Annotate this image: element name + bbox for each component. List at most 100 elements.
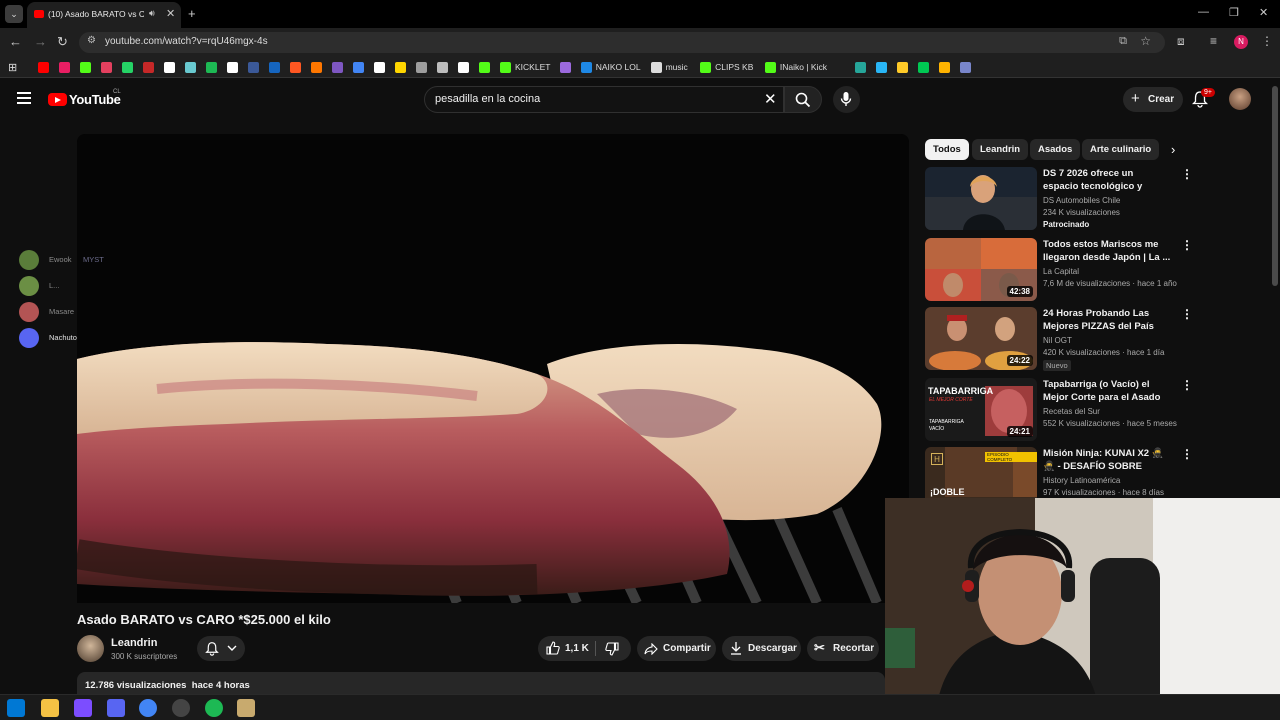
chrome-icon[interactable] xyxy=(139,699,157,717)
voice-search-button[interactable] xyxy=(833,86,860,113)
bookmark-item[interactable]: NAIKO LOL xyxy=(580,61,641,73)
back-icon[interactable]: ← xyxy=(9,34,22,49)
like-count[interactable]: 1,1 K xyxy=(565,643,589,654)
video-title[interactable]: Todos estos Mariscos me llegaron desde J… xyxy=(1043,238,1171,264)
filter-chip[interactable]: Asados xyxy=(1030,139,1081,160)
hamburger-menu-icon[interactable] xyxy=(17,92,31,104)
page-scrollbar[interactable] xyxy=(1272,86,1278,286)
recommended-video[interactable]: TAPABARRIGA EL MEJOR CORTE TAPABARRIGA VAC… xyxy=(925,378,1195,442)
app-purple-icon[interactable] xyxy=(74,699,92,717)
bookmark-item[interactable] xyxy=(918,61,930,73)
app-discord-like-icon[interactable] xyxy=(107,699,125,717)
video-thumbnail[interactable]: 42:38 xyxy=(925,238,1037,301)
bookmark-item[interactable] xyxy=(479,61,490,73)
filter-chip[interactable]: Todos xyxy=(925,139,969,160)
bookmark-item[interactable] xyxy=(332,61,343,73)
bookmark-item[interactable] xyxy=(374,61,385,73)
thumbs-down-icon[interactable] xyxy=(605,642,619,656)
bookmark-item[interactable]: music xyxy=(650,61,688,73)
bookmark-item[interactable] xyxy=(876,61,888,73)
video-title[interactable]: Tapabarriga (o Vacío) el Mejor Corte par… xyxy=(1043,378,1171,404)
bookmark-item[interactable] xyxy=(122,61,133,73)
browser-tab-active[interactable]: (10) Asado BARATO vs CARO 🔊︎ ✕ xyxy=(27,2,181,28)
video-player[interactable] xyxy=(77,134,909,603)
video-title[interactable]: Misión Ninja: KUNAI X2 🥷🥷 - DESAFÍO SOBR… xyxy=(1043,447,1171,473)
search-button[interactable] xyxy=(784,86,822,113)
bookmark-item[interactable] xyxy=(227,61,238,73)
spotify-icon[interactable] xyxy=(205,699,223,717)
browser-menu-icon[interactable]: ⋮ xyxy=(1261,34,1273,48)
channel-name[interactable]: Leandrin xyxy=(111,637,157,649)
share-button[interactable]: Compartir xyxy=(637,636,716,661)
channel-name[interactable]: History Latinoamérica xyxy=(1043,476,1120,485)
thumbs-up-icon[interactable] xyxy=(546,641,560,655)
minimize-icon[interactable]: — xyxy=(1198,6,1209,18)
new-tab-button[interactable]: + xyxy=(188,6,196,21)
bookmark-item[interactable] xyxy=(437,61,448,73)
bookmark-item[interactable] xyxy=(458,61,469,73)
filter-chip[interactable]: Leandrin xyxy=(972,139,1029,160)
more-actions-icon[interactable]: ⋮ xyxy=(1181,167,1193,181)
channel-name[interactable]: Recetas del Sur xyxy=(1043,407,1100,416)
recommended-video[interactable]: 24:22 24 Horas Probando Las Mejores PIZZA… xyxy=(925,307,1195,371)
bookmark-item[interactable] xyxy=(248,61,259,73)
recommended-video[interactable]: DS 7 2026 ofrece un espacio tecnológico … xyxy=(925,167,1195,231)
bookmark-item[interactable] xyxy=(960,61,972,73)
video-title[interactable]: DS 7 2026 ofrece un espacio tecnológico … xyxy=(1043,167,1171,193)
bookmark-item[interactable]: INaiko | Kick xyxy=(764,61,827,73)
bookmark-item[interactable] xyxy=(185,61,196,73)
filter-chip[interactable]: Arte culinario xyxy=(1082,139,1160,160)
search-query-text[interactable]: pesadilla en la cocina xyxy=(435,93,540,105)
bookmark-item[interactable] xyxy=(311,61,322,73)
bookmark-item[interactable] xyxy=(80,61,91,73)
obs-icon[interactable] xyxy=(172,699,190,717)
bookmark-item[interactable] xyxy=(353,61,364,73)
bookmark-item[interactable] xyxy=(290,61,301,73)
bookmark-item[interactable] xyxy=(101,61,112,73)
bookmark-item[interactable] xyxy=(164,61,175,73)
account-avatar[interactable] xyxy=(1229,88,1251,110)
youtube-logo[interactable]: YouTube xyxy=(48,92,121,107)
file-explorer-icon[interactable] xyxy=(41,699,59,717)
search-input[interactable]: pesadilla en la cocina ✕ xyxy=(424,86,784,113)
more-actions-icon[interactable]: ⋮ xyxy=(1181,378,1193,392)
cast-icon[interactable]: ⧉ xyxy=(1119,35,1127,48)
recommended-video[interactable]: 42:38 Todos estos Mariscos me llegaron de… xyxy=(925,238,1195,302)
league-icon[interactable] xyxy=(237,699,255,717)
tab-search-button[interactable]: ⌄ xyxy=(5,5,23,23)
extensions-icon[interactable]: ⧈ xyxy=(1177,34,1185,49)
bookmark-item[interactable] xyxy=(59,61,70,73)
bookmark-item[interactable]: KICKLET xyxy=(500,61,550,73)
media-icon[interactable]: ≡ xyxy=(1210,34,1217,48)
video-thumbnail[interactable]: TAPABARRIGA EL MEJOR CORTE TAPABARRIGA VAC… xyxy=(925,378,1037,441)
video-thumbnail[interactable]: 24:22 xyxy=(925,307,1037,370)
url-text[interactable]: youtube.com/watch?v=rqU46mgx-4s xyxy=(105,36,268,47)
video-thumbnail[interactable] xyxy=(925,167,1037,230)
download-button[interactable]: Descargar xyxy=(722,636,801,661)
reload-icon[interactable]: ↻ xyxy=(57,34,68,50)
more-actions-icon[interactable]: ⋮ xyxy=(1181,447,1193,461)
channel-name[interactable]: Nil OGT xyxy=(1043,336,1072,345)
speaker-icon[interactable]: 🔊︎ xyxy=(149,8,155,19)
subscription-notification-button[interactable] xyxy=(197,636,245,661)
address-bar[interactable]: ⚙ youtube.com/watch?v=rqU46mgx-4s ⧉ ☆ xyxy=(79,32,1165,53)
create-button[interactable]: + Crear xyxy=(1123,87,1183,112)
bookmark-item[interactable] xyxy=(38,61,49,73)
channel-avatar[interactable] xyxy=(77,635,104,662)
bookmark-item[interactable] xyxy=(897,61,909,73)
windows-start-icon[interactable] xyxy=(7,699,25,717)
close-icon[interactable]: ✕ xyxy=(166,7,175,20)
close-window-icon[interactable]: ✕ xyxy=(1259,6,1268,19)
video-title[interactable]: 24 Horas Probando Las Mejores PIZZAS del… xyxy=(1043,307,1171,333)
bookmark-item[interactable] xyxy=(269,61,280,73)
bookmark-item[interactable] xyxy=(559,61,571,73)
bookmark-item[interactable]: CLIPS KB xyxy=(700,61,753,73)
more-actions-icon[interactable]: ⋮ xyxy=(1181,307,1193,321)
forward-icon[interactable]: → xyxy=(34,34,47,49)
bookmark-item[interactable] xyxy=(939,61,951,73)
channel-name[interactable]: La Capital xyxy=(1043,267,1079,276)
restore-icon[interactable]: ❐ xyxy=(1229,6,1239,19)
more-actions-icon[interactable]: ⋮ xyxy=(1181,238,1193,252)
browser-profile-avatar[interactable]: N xyxy=(1234,35,1248,49)
bookmark-star-icon[interactable]: ☆ xyxy=(1140,34,1151,48)
